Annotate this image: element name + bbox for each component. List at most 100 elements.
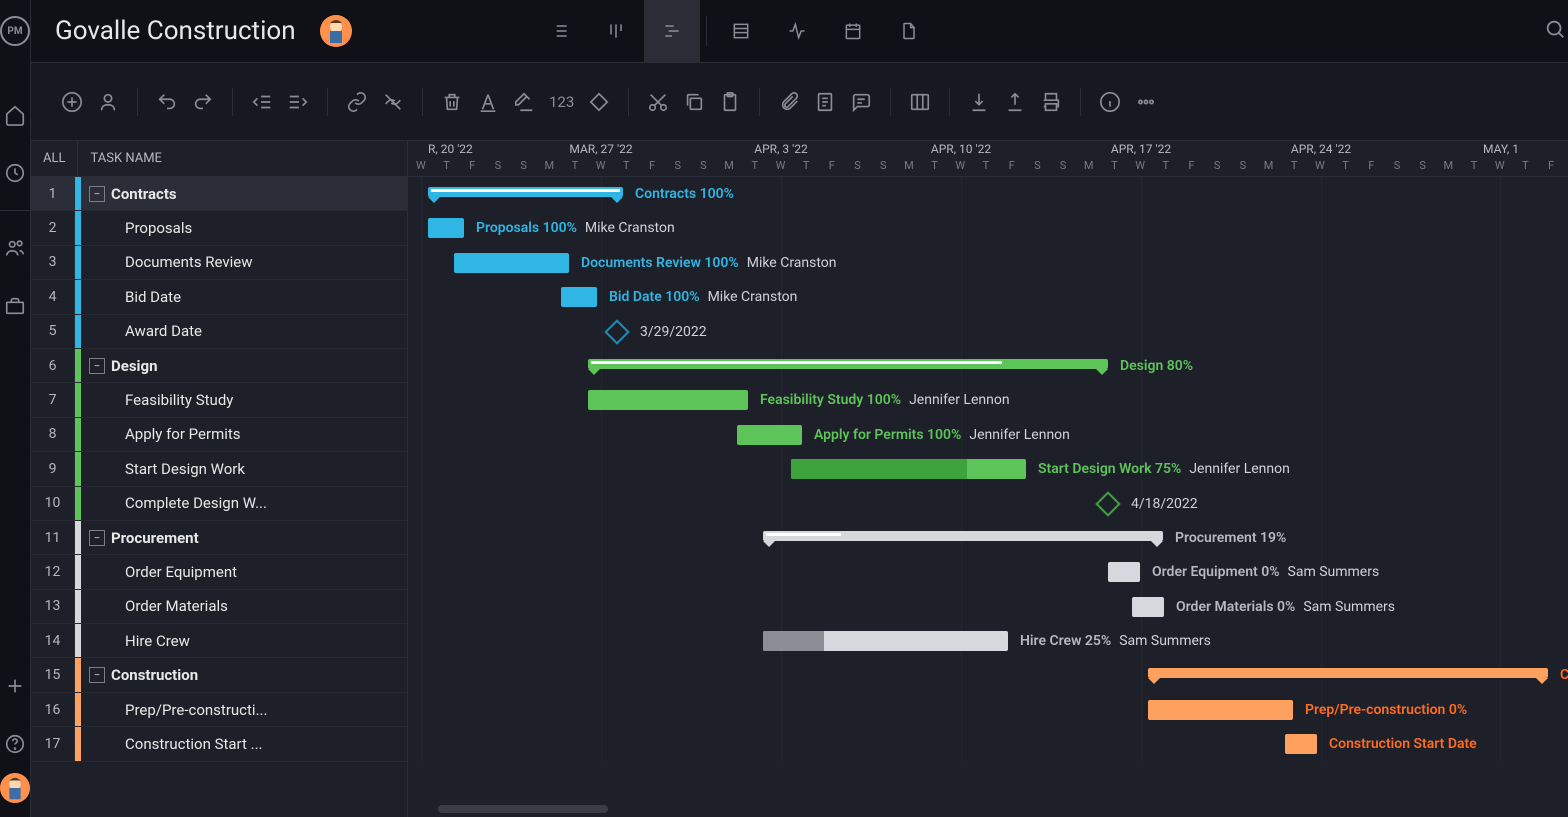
task-row[interactable]: 6−Design [31,349,407,383]
gantt-bar[interactable] [588,359,1108,369]
day-label: F [999,159,1025,177]
gantt-bar[interactable] [588,390,748,410]
search-button[interactable] [1544,18,1566,44]
gantt-bar[interactable] [763,631,1008,651]
collapse-toggle[interactable]: − [89,186,105,202]
bar-label: Bid Date 100%Mike Cranston [609,287,797,307]
add-icon[interactable] [61,91,83,113]
home-icon[interactable] [4,104,26,126]
task-row[interactable]: 10Complete Design W... [31,487,407,521]
view-file[interactable] [881,0,937,63]
task-row[interactable]: 2Proposals [31,211,407,245]
unlink-icon[interactable] [382,91,404,113]
milestone-marker[interactable] [604,319,629,344]
collapse-toggle[interactable]: − [89,358,105,374]
text-style-icon[interactable] [477,91,499,113]
task-name-label: Complete Design W... [125,494,407,512]
task-row[interactable]: 16Prep/Pre-constructi... [31,693,407,727]
view-activity[interactable] [769,0,825,63]
briefcase-icon[interactable] [4,295,26,317]
task-row[interactable]: 12Order Equipment [31,555,407,589]
task-row[interactable]: 14Hire Crew [31,624,407,658]
task-color-marker [75,452,81,485]
column-all[interactable]: ALL [31,141,78,176]
bar-label: Construction Start Date [1329,734,1477,754]
help-icon[interactable] [4,733,26,755]
outdent-icon[interactable] [251,91,273,113]
assign-icon[interactable] [97,91,119,113]
day-label: S [691,159,717,177]
gantt-bar[interactable] [1132,597,1164,617]
day-label: T [1153,159,1179,177]
gantt-bar[interactable] [1285,734,1317,754]
comment-icon[interactable] [850,91,872,113]
milestone-marker[interactable] [1095,491,1120,516]
view-calendar[interactable] [825,0,881,63]
gantt-bar[interactable] [1108,562,1140,582]
undo-icon[interactable] [156,91,178,113]
indent-icon[interactable] [287,91,309,113]
view-list[interactable] [532,0,588,63]
user-avatar-header[interactable] [320,15,352,47]
task-row[interactable]: 1−Contracts [31,177,407,211]
notes-icon[interactable] [814,91,836,113]
day-label: F [1538,159,1564,177]
gantt-bar[interactable] [763,531,1163,541]
gantt-bar[interactable] [737,425,802,445]
clock-icon[interactable] [4,162,26,184]
plus-icon[interactable] [4,675,26,697]
gantt-bar[interactable] [428,218,464,238]
gantt-bar[interactable] [1148,700,1293,720]
view-gantt[interactable] [644,0,700,63]
day-label: S [845,159,871,177]
gantt-row: Order Equipment 0%Sam Summers [408,555,1568,589]
bar-label: 4/18/2022 [1131,494,1198,514]
format-icon[interactable] [513,91,535,113]
task-number: 6 [31,349,75,382]
day-label: W [1487,159,1513,177]
collapse-toggle[interactable]: − [89,667,105,683]
print-icon[interactable] [1040,91,1062,113]
bar-label: Order Equipment 0%Sam Summers [1152,562,1379,582]
task-row[interactable]: 5Award Date [31,315,407,349]
columns-icon[interactable] [909,91,931,113]
attachment-icon[interactable] [778,91,800,113]
copy-icon[interactable] [683,91,705,113]
gantt-row: Documents Review 100%Mike Cranston [408,246,1568,280]
gantt-bar[interactable] [561,287,597,307]
task-row[interactable]: 3Documents Review [31,246,407,280]
task-row[interactable]: 4Bid Date [31,280,407,314]
gantt-bar[interactable] [791,459,1026,479]
column-task-name[interactable]: TASK NAME [78,151,173,166]
redo-icon[interactable] [192,91,214,113]
bar-label: Apply for Permits 100%Jennifer Lennon [814,425,1070,445]
task-row[interactable]: 7Feasibility Study [31,383,407,417]
horizontal-scrollbar[interactable] [438,805,608,813]
gantt-bar[interactable] [454,253,569,273]
cut-icon[interactable] [647,91,669,113]
bar-label: Construction 0% [1560,665,1568,685]
task-row[interactable]: 17Construction Start ... [31,727,407,761]
tool-number[interactable]: 123 [549,93,574,111]
task-row[interactable]: 15−Construction [31,658,407,692]
milestone-icon[interactable] [588,91,610,113]
link-icon[interactable] [346,91,368,113]
people-icon[interactable] [4,237,26,259]
task-row[interactable]: 13Order Materials [31,590,407,624]
gantt-row: Construction 0% [408,658,1568,692]
export-icon[interactable] [1004,91,1026,113]
gantt-bar[interactable] [1148,668,1548,678]
view-board[interactable] [588,0,644,63]
user-avatar-sidebar[interactable] [0,773,30,803]
task-row[interactable]: 9Start Design Work [31,452,407,486]
delete-icon[interactable] [441,91,463,113]
gantt-bar[interactable] [428,187,623,197]
task-row[interactable]: 11−Procurement [31,521,407,555]
more-icon[interactable] [1135,91,1157,113]
paste-icon[interactable] [719,91,741,113]
info-icon[interactable] [1099,91,1121,113]
task-row[interactable]: 8Apply for Permits [31,418,407,452]
view-sheet[interactable] [713,0,769,63]
import-icon[interactable] [968,91,990,113]
collapse-toggle[interactable]: − [89,530,105,546]
